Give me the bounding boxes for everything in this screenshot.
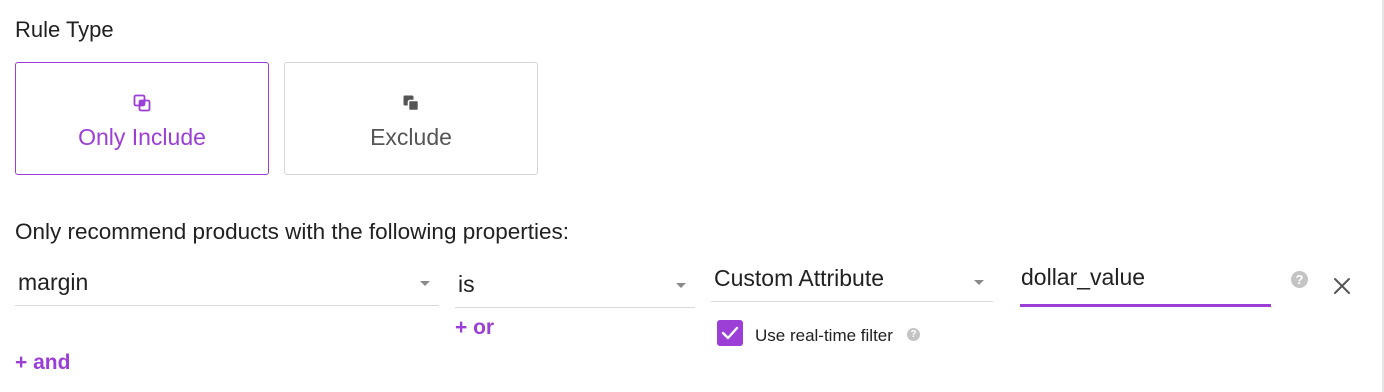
exclude-icon [403,95,420,112]
chevron-down-icon [420,281,430,286]
exclude-label: Exclude [370,124,452,150]
chevron-down-icon [676,283,686,288]
exclude-option[interactable]: Exclude [284,62,538,175]
add-or-button[interactable]: + or [455,316,494,340]
realtime-filter-label: Use real-time filter [755,326,893,345]
operator-value: is [458,271,475,297]
only-include-label: Only Include [78,124,206,150]
attribute-input[interactable] [1021,264,1261,291]
source-select[interactable]: Custom Attribute [711,258,993,302]
realtime-filter-checkbox[interactable] [717,320,743,346]
add-and-button[interactable]: + and [15,351,70,375]
attribute-field[interactable] [1020,258,1271,307]
checkmark-icon [721,326,739,340]
chevron-down-icon [974,280,984,285]
include-icon [133,94,151,112]
only-include-option[interactable]: Only Include [15,62,269,175]
property-select[interactable]: margin [15,258,439,306]
operator-select[interactable]: is [455,258,695,308]
close-icon[interactable] [1333,277,1351,295]
question-icon[interactable]: ? [1291,271,1308,288]
question-icon[interactable]: ? [907,328,920,341]
rule-type-title: Rule Type [15,17,114,42]
properties-heading: Only recommend products with the followi… [15,219,570,244]
source-value: Custom Attribute [714,265,885,291]
property-value: margin [18,269,89,295]
rule-editor: Rule Type Only Include Exclude Only reco… [0,0,1384,392]
